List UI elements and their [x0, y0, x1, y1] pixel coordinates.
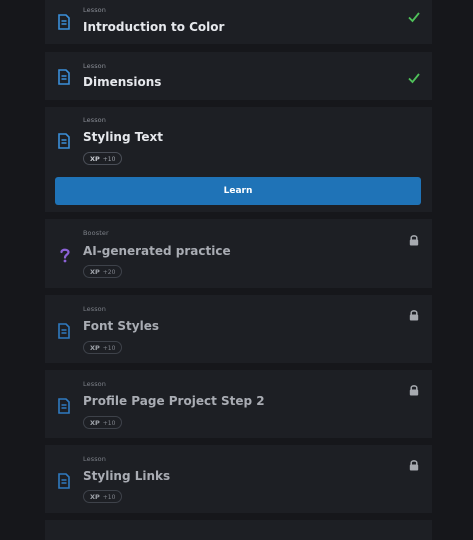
item-kind-label: Lesson	[83, 6, 106, 14]
item-title: Introduction to Color	[83, 20, 225, 34]
item-kind-label: Lesson	[83, 116, 106, 124]
item-kind-label: Lesson	[83, 305, 106, 313]
xp-badge: XP +10	[83, 416, 123, 429]
item-kind-label: Lesson	[83, 380, 106, 388]
lesson-card-profile-page-project-step-2[interactable]: Lesson Profile Page Project Step 2 XP +10	[45, 370, 432, 438]
item-title: Dimensions	[83, 75, 162, 89]
learn-button[interactable]: Learn	[55, 177, 421, 205]
list-item-partial	[45, 520, 432, 540]
lesson-doc-icon	[58, 14, 70, 30]
lock-icon	[408, 306, 420, 321]
item-title: Styling Text	[83, 130, 163, 144]
lesson-doc-icon	[58, 473, 70, 489]
xp-label: XP	[90, 419, 100, 427]
xp-value: +20	[102, 269, 116, 276]
xp-badge: XP +10	[83, 341, 123, 354]
xp-label: XP	[90, 344, 100, 352]
lesson-doc-icon	[58, 69, 70, 85]
lesson-doc-icon	[58, 133, 70, 149]
item-title: AI-generated practice	[83, 244, 231, 258]
question-mark-icon	[58, 247, 72, 263]
checkmark-icon	[408, 8, 420, 23]
lesson-card-introduction-to-color[interactable]: Lesson Introduction to Color	[45, 0, 432, 44]
xp-badge: XP +10	[83, 490, 123, 503]
item-kind-label: Lesson	[83, 62, 106, 70]
xp-value: +10	[102, 345, 116, 352]
lesson-card-font-styles[interactable]: Lesson Font Styles XP +10	[45, 295, 432, 363]
item-kind-label: Booster	[83, 229, 109, 237]
xp-label: XP	[90, 493, 100, 501]
xp-badge: XP +20	[83, 265, 123, 278]
lesson-card-styling-links[interactable]: Lesson Styling Links XP +10	[45, 445, 432, 513]
item-kind-label: Lesson	[83, 455, 106, 463]
lock-icon	[408, 231, 420, 246]
xp-label: XP	[90, 155, 100, 163]
lesson-doc-icon	[58, 323, 70, 339]
lesson-doc-icon	[58, 398, 70, 414]
item-title: Font Styles	[83, 319, 160, 333]
lock-icon	[408, 456, 420, 471]
checkmark-icon	[408, 69, 420, 84]
xp-value: +10	[102, 420, 116, 427]
booster-card-ai-generated-practice[interactable]: Booster AI-generated practice XP +20	[45, 219, 432, 288]
item-title: Profile Page Project Step 2	[83, 394, 265, 408]
lock-icon	[408, 381, 420, 396]
xp-value: +10	[102, 494, 116, 501]
item-title: Styling Links	[83, 469, 171, 483]
xp-badge: XP +10	[83, 152, 123, 165]
xp-label: XP	[90, 268, 100, 276]
xp-value: +10	[102, 156, 116, 163]
lesson-card-styling-text[interactable]: Lesson Styling Text XP +10 Learn	[45, 107, 432, 212]
lesson-card-dimensions[interactable]: Lesson Dimensions	[45, 52, 432, 100]
